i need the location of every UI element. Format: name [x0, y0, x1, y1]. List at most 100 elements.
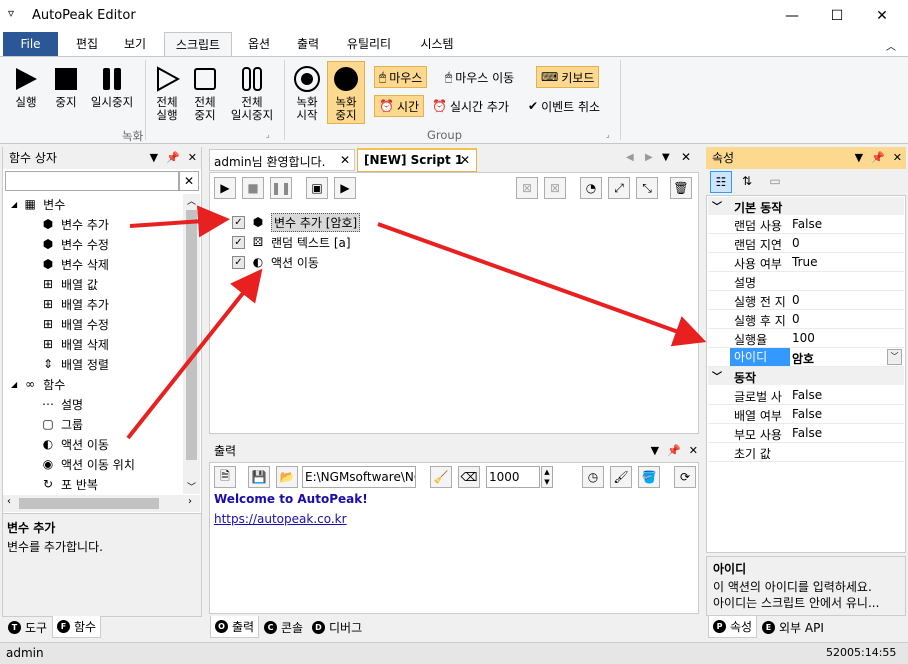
property-value[interactable]: 0	[792, 312, 800, 326]
output-settings-button[interactable]: 🗎	[214, 466, 236, 488]
property-value[interactable]: 0	[792, 236, 800, 250]
function-search-input[interactable]	[5, 171, 179, 191]
scroll-tabs-left-icon[interactable]: ◀	[626, 152, 634, 163]
tree-item[interactable]: ⊞ 배열 삭제	[41, 334, 109, 354]
tree-hscrollbar[interactable]: ‹ ›	[3, 495, 200, 512]
property-pages-icon[interactable]: ▭	[764, 171, 786, 193]
tab-list-icon[interactable]: ▼	[662, 152, 670, 163]
expander-icon[interactable]: ◢	[11, 380, 17, 389]
pin-icon[interactable]: 📌	[166, 147, 180, 169]
tab-debug[interactable]: D 디버그	[308, 616, 366, 638]
output-link[interactable]: https://autopeak.co.kr	[214, 512, 347, 526]
tab-output-log[interactable]: O 출력	[210, 616, 260, 638]
tab-edit[interactable]: 편집	[66, 32, 108, 56]
close-button[interactable]: ✕	[860, 0, 904, 32]
close-tab-icon[interactable]: ✕	[460, 153, 470, 167]
realtime-add-toggle[interactable]: ⏰ 실시간 추가	[428, 95, 513, 117]
property-category[interactable]: ﹀ 동작	[708, 367, 904, 385]
open-folder-button[interactable]: 📂	[276, 466, 298, 488]
tree-item[interactable]: ⇕ 배열 정렬	[41, 354, 109, 374]
tree-item[interactable]: ▢ 그룹	[41, 414, 83, 434]
property-row[interactable]: 실행 후 지 0	[708, 310, 904, 329]
spinner[interactable]: ▲ ▼	[541, 466, 553, 488]
tab-view[interactable]: 보기	[114, 32, 156, 56]
close-tab-icon[interactable]: ✕	[340, 153, 350, 167]
property-row[interactable]: 사용 여부 True	[708, 253, 904, 272]
stop-button[interactable]: 중지	[46, 64, 86, 109]
expander-icon[interactable]: ◢	[11, 200, 17, 209]
mouse-toggle[interactable]: 🖱 마우스	[374, 66, 428, 88]
property-row[interactable]: 설명	[708, 272, 904, 291]
all-pause-button[interactable]: 전체 일시중지	[225, 64, 279, 122]
line-limit-field[interactable]: 1000	[486, 466, 540, 488]
tree-item[interactable]: ⬢ 변수 삭제	[41, 254, 109, 274]
property-row[interactable]: 랜덤 사용 False	[708, 215, 904, 234]
scroll-left-icon[interactable]: ‹	[7, 496, 11, 507]
tab-external-api[interactable]: E 외부 API	[758, 616, 828, 638]
enable-button[interactable]: ⊠	[544, 177, 566, 199]
dropdown-icon[interactable]: ▼	[855, 147, 863, 169]
fill-button[interactable]: 🪣	[638, 466, 660, 488]
property-value[interactable]: False	[792, 407, 822, 421]
property-row[interactable]: 배열 여부 False	[708, 405, 904, 424]
tab-script[interactable]: 스크립트	[164, 32, 232, 57]
clear-filter-button[interactable]: 🧹	[430, 466, 452, 488]
run-button[interactable]: 실행	[6, 64, 46, 109]
record-start-button[interactable]: 녹화 시작	[289, 64, 325, 122]
timestamp-button[interactable]: ◷	[582, 466, 604, 488]
property-row[interactable]: 아이디 암호 ﹀	[708, 348, 904, 367]
property-row[interactable]: 랜덤 지연 0	[708, 234, 904, 253]
tree-group[interactable]: ◢ ▦ 변수	[11, 194, 65, 214]
erase-button[interactable]: ⌫	[458, 466, 480, 488]
property-row[interactable]: 글로벌 사 False	[708, 386, 904, 405]
run-from-button[interactable]: ▣	[306, 177, 328, 199]
tree-vscrollbar[interactable]: ︿ ﹀	[183, 194, 200, 494]
minimize-button[interactable]: —	[770, 0, 814, 32]
tab-options[interactable]: 옵션	[238, 32, 280, 56]
run-selected-button[interactable]: ▶	[334, 177, 356, 199]
hscroll-thumb[interactable]	[19, 498, 159, 509]
time-toggle[interactable]: ⏰ 시간	[374, 95, 425, 117]
property-row[interactable]: 부모 사용 False	[708, 424, 904, 443]
timer-button[interactable]: ◔	[580, 177, 602, 199]
stop-script-button[interactable]: ■	[242, 177, 264, 199]
script-action-item[interactable]: ✓ ⬢ 변수 추가 [암호]	[232, 212, 361, 232]
property-value[interactable]: False	[792, 426, 822, 440]
tab-system[interactable]: 시스템	[410, 32, 464, 56]
save-output-button[interactable]: 💾	[248, 466, 270, 488]
checkbox[interactable]: ✓	[232, 215, 245, 229]
tree-item[interactable]: ⬢ 변수 추가	[41, 214, 109, 234]
property-row[interactable]: 실행 전 지 0	[708, 291, 904, 310]
tab-console[interactable]: C 콘솔	[260, 616, 307, 638]
expand-button[interactable]: ⤢	[608, 177, 630, 199]
disable-button[interactable]: ⊠	[516, 177, 538, 199]
pause-script-button[interactable]: ❚❚	[270, 177, 292, 199]
property-category[interactable]: ﹀ 기본 동작	[708, 197, 904, 215]
script-action-item[interactable]: ✓ ⚄ 랜덤 텍스트 [a]	[232, 232, 351, 252]
output-path-field[interactable]: E:\NGMsoftware\NG	[302, 466, 416, 488]
tree-item[interactable]: ◉ 액션 이동 위치	[41, 454, 135, 474]
tab-utility[interactable]: 유틸리티	[337, 32, 401, 56]
checkbox[interactable]: ✓	[232, 255, 245, 269]
close-icon[interactable]: ✕	[188, 147, 197, 169]
tree-item[interactable]: ↻ 포 반복	[41, 474, 98, 494]
property-value[interactable]: 0	[792, 293, 800, 307]
tree-group[interactable]: ◢ ∞ 함수	[11, 374, 65, 394]
pin-icon[interactable]: 📌	[871, 147, 885, 169]
keyboard-toggle[interactable]: ⌨ 키보드	[536, 66, 600, 88]
clear-search-button[interactable]: ✕	[179, 171, 199, 191]
alphabetical-sort-icon[interactable]: ⇅	[736, 171, 758, 193]
dialog-launcher-icon[interactable]: ⌟	[266, 130, 270, 139]
property-value[interactable]: 암호	[792, 350, 814, 367]
tab-tools[interactable]: T 도구	[4, 616, 51, 638]
property-value[interactable]: False	[792, 217, 822, 231]
tab-script-1[interactable]: [NEW] Script 1 ✕	[357, 148, 477, 172]
property-value[interactable]: False	[792, 388, 822, 402]
all-stop-button[interactable]: 전체 중지	[186, 64, 224, 122]
property-value[interactable]: 100	[792, 331, 815, 345]
dropdown-icon[interactable]: ﹀	[887, 349, 902, 365]
categorized-icon[interactable]: ☷	[710, 171, 732, 193]
collapse-button[interactable]: ⤡	[636, 177, 658, 199]
mouse-move-toggle[interactable]: 🖱 마우스 이동	[441, 66, 518, 88]
scroll-thumb[interactable]	[186, 210, 197, 460]
